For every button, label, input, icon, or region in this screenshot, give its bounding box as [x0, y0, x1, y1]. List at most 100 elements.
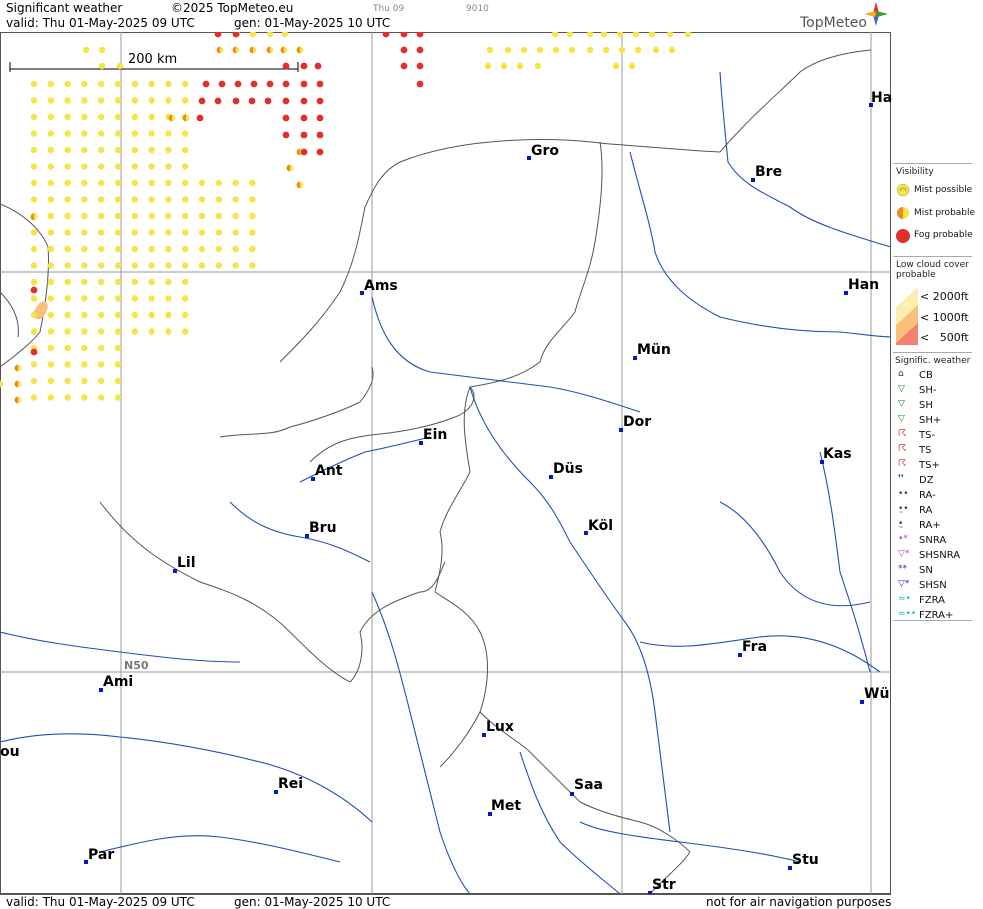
mist-possible-symbol: [165, 130, 172, 137]
legend-signif-item: TS-: [919, 430, 936, 441]
mist-probable-symbol: [232, 46, 240, 54]
mist-possible-symbol: [182, 146, 189, 154]
ts--weather-icon: ☈: [898, 459, 907, 469]
mist-possible-symbol: [131, 196, 138, 203]
fog-symbol: [282, 114, 290, 122]
latitude-label: N50: [124, 659, 149, 672]
mist-possible-symbol: [98, 46, 106, 54]
mist-possible-symbol: [98, 295, 105, 302]
city-label: Str: [652, 877, 676, 893]
mist-possible-symbol: [64, 196, 71, 203]
mist-probable-symbol: [14, 396, 22, 404]
mist-possible-symbol: [131, 146, 138, 154]
mist-possible-symbol: [114, 212, 122, 220]
mist-possible-symbol: [182, 311, 189, 319]
mist-possible-symbol: [81, 278, 88, 286]
copyright-text: ©2025 TopMeteo.eu: [171, 1, 294, 15]
cb-weather-icon: ⌂: [898, 369, 904, 379]
mist-possible-symbol: [30, 130, 38, 137]
mist-possible-symbol: [47, 196, 54, 203]
city-label: Ha: [871, 90, 893, 106]
mist-possible-symbol: [81, 113, 88, 121]
mist-possible-symbol: [114, 80, 122, 88]
mist-possible-symbol: [114, 229, 122, 236]
mist-possible-symbol: [165, 196, 172, 203]
mist-possible-symbol: [114, 113, 122, 121]
mist-possible-symbol: [148, 130, 155, 137]
mist-possible-symbol: [131, 80, 139, 88]
city-label: Par: [88, 847, 115, 863]
mist-possible-symbol: [81, 344, 88, 352]
mist-possible-symbol: [114, 377, 122, 385]
mist-possible-symbol: [198, 262, 206, 269]
disclaimer-text: not for air navigation purposes: [706, 895, 892, 909]
mist-possible-symbol: [552, 46, 560, 54]
mist-possible-symbol: [81, 212, 88, 220]
fog-symbol: [300, 80, 308, 88]
mist-possible-symbol: [198, 179, 206, 187]
mist-possible-symbol: [249, 179, 256, 187]
fog-symbol: [30, 348, 38, 356]
mist-possible-symbol: [165, 229, 172, 236]
mist-possible-symbol: [165, 262, 172, 269]
ra-weather-icon: •̤•: [898, 504, 909, 514]
legend-divider: [893, 352, 972, 353]
mist-possible-symbol: [634, 46, 642, 54]
mist-possible-symbol: [98, 361, 105, 368]
mist-possible-symbol: [30, 80, 38, 88]
logo-text: TopMeteo: [800, 15, 867, 31]
mist-possible-symbol: [47, 245, 54, 253]
mist-possible-symbol: [249, 229, 256, 236]
mist-possible-symbol: [114, 328, 122, 335]
shsn-weather-icon: ▽*: [898, 579, 910, 589]
mist-possible-symbol: [30, 394, 38, 401]
map-canvas[interactable]: [0, 32, 891, 894]
fog-symbol: [300, 97, 308, 105]
mist-possible-symbol: [500, 62, 508, 70]
mist-possible-symbol: [64, 229, 71, 236]
mist-probable-icon: [897, 207, 909, 219]
mist-probable-symbol: [182, 114, 190, 122]
mist-possible-symbol: [182, 295, 189, 302]
mist-possible-symbol: [114, 97, 122, 104]
mist-possible-symbol: [98, 62, 106, 70]
mist-possible-symbol: [182, 328, 189, 335]
fzra-weather-icon: ≈•: [898, 594, 911, 604]
mist-possible-symbol: [64, 113, 71, 121]
mist-possible-symbol: [114, 163, 122, 170]
mist-possible-symbol: [520, 46, 528, 54]
time-tab[interactable]: Thu 09: [373, 4, 404, 14]
legend-signif-item: FZRA: [919, 595, 945, 606]
fog-symbol: [264, 97, 272, 105]
mist-possible-symbol: [47, 328, 54, 335]
legend-signif-item: RA: [919, 505, 933, 516]
mist-possible-symbol: [98, 278, 105, 286]
mist-possible-symbol: [182, 212, 189, 220]
legend-signif-item: SH-: [919, 385, 937, 396]
legend-signif-item: SN: [919, 565, 933, 576]
code-tab[interactable]: 9010: [466, 4, 489, 14]
city-label: Rei: [278, 776, 304, 792]
scale-label: 200 km: [128, 52, 178, 67]
legend-mist-possible: Mist possible: [914, 185, 973, 195]
mist-possible-symbol: [232, 229, 239, 236]
mist-probable-symbol: [168, 114, 176, 122]
chart-title: Significant weather: [6, 1, 123, 15]
mist-possible-symbol: [81, 262, 88, 269]
mist-possible-symbol: [98, 146, 105, 154]
mist-possible-symbol: [165, 179, 172, 187]
legend-divider: [893, 256, 972, 257]
mist-possible-symbol: [98, 328, 105, 335]
mist-possible-symbol: [232, 212, 239, 220]
mist-possible-symbol: [148, 146, 155, 154]
mist-possible-symbol: [81, 130, 88, 137]
legend-signif-item: RA-: [919, 490, 936, 501]
ra--weather-icon: •̤̤: [898, 519, 904, 529]
fog-symbol: [416, 62, 424, 70]
mist-possible-symbol: [47, 130, 54, 137]
mist-possible-symbol: [98, 80, 105, 88]
legend-signif-item: SHSN: [919, 580, 947, 591]
mist-possible-symbol: [81, 179, 88, 187]
mist-possible-symbol: [47, 278, 54, 286]
fog-symbol: [300, 114, 308, 122]
